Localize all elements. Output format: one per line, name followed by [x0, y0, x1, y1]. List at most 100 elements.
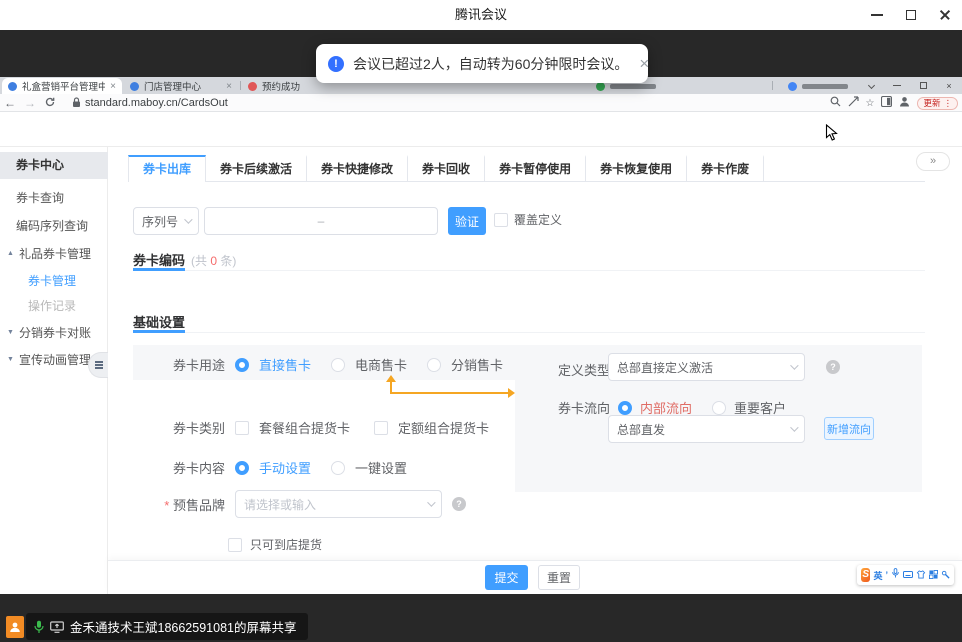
tab-card-followup-activate[interactable]: 券卡后续激活: [206, 155, 307, 182]
kebab-menu-icon: ⋮: [944, 98, 953, 109]
tab-close-icon[interactable]: ×: [226, 81, 232, 92]
content-option-onekey[interactable]: 一键设置: [355, 458, 407, 477]
meeting-window: 腾讯会议 ! 会议已超过2人，自动转为60分钟限时会议。 × 礼盒营销平台管理中…: [0, 0, 962, 642]
tab-card-recycle[interactable]: 券卡回收: [408, 155, 485, 182]
split-view-icon[interactable]: [881, 94, 892, 112]
ime-language-toggle[interactable]: 英: [873, 569, 882, 582]
content-label: 券卡内容: [133, 458, 225, 477]
brand-select[interactable]: 请选择或输入: [235, 490, 442, 518]
submit-button[interactable]: 提交: [485, 565, 528, 590]
flow-select[interactable]: 总部直发: [608, 415, 805, 443]
usage-radio-direct[interactable]: [235, 358, 249, 372]
profile-icon[interactable]: [899, 94, 910, 112]
bookmark-star-icon[interactable]: ☆: [866, 98, 875, 109]
store-only-row[interactable]: 只可到店提货: [228, 536, 322, 553]
panel-expand-button[interactable]: »: [916, 152, 950, 171]
usage-option-ecommerce[interactable]: 电商售卡: [355, 355, 407, 374]
brand-help-icon[interactable]: ?: [452, 497, 466, 511]
coding-count: (共 0 条): [191, 252, 236, 269]
address-bar[interactable]: standard.maboy.cn/CardsOut: [85, 97, 228, 109]
define-help-icon[interactable]: ?: [826, 360, 840, 374]
browser-menu-chevron[interactable]: [862, 79, 880, 92]
tab-title-obscured: [802, 84, 848, 89]
tab-close-icon[interactable]: ×: [110, 81, 116, 92]
browser-tab-2[interactable]: 门店管理中心 ×: [124, 78, 238, 94]
category-option-fixed[interactable]: 定额组合提货卡: [398, 418, 489, 437]
reset-button[interactable]: 重置: [538, 565, 580, 590]
tab-title-obscured: [610, 84, 656, 89]
serial-range-input[interactable]: –: [204, 207, 438, 235]
browser-update-button[interactable]: 更新 ⋮: [917, 97, 958, 110]
sogou-logo-icon[interactable]: S: [861, 568, 870, 582]
chevron-down-icon: [427, 498, 435, 506]
screen-share-banner: 金禾通技术王斌18662591081的屏幕共享: [26, 613, 308, 640]
tab-divider: [240, 81, 241, 90]
ime-mic-icon[interactable]: [891, 566, 900, 584]
ime-toolbox-icon[interactable]: [929, 566, 938, 584]
content-row: 券卡内容 手动设置 一键设置: [133, 458, 407, 477]
browser-minimize-button[interactable]: [888, 79, 906, 92]
ime-settings-icon[interactable]: [941, 566, 950, 584]
browser-maximize-button[interactable]: [914, 79, 932, 92]
sidebar-group-gift-card-mgmt[interactable]: ▲ 礼品券卡管理: [0, 242, 108, 266]
usage-option-distribution[interactable]: 分销售卡: [451, 355, 503, 374]
add-flow-button[interactable]: 新增流向: [824, 417, 874, 440]
tab-favicon: [8, 82, 17, 91]
content-radio-manual[interactable]: [235, 461, 249, 475]
override-define-checkbox[interactable]: [494, 213, 508, 227]
ime-skin-icon[interactable]: [916, 566, 926, 584]
store-only-checkbox[interactable]: [228, 538, 242, 552]
share-icon[interactable]: [848, 94, 859, 112]
sidebar-item-card-mgmt[interactable]: 券卡管理: [0, 269, 108, 293]
flow-radio-internal[interactable]: [618, 401, 632, 415]
toast-close-icon[interactable]: ×: [639, 54, 649, 74]
define-type-select[interactable]: 总部直接定义激活: [608, 353, 805, 381]
minimize-button[interactable]: [860, 0, 894, 30]
serial-type-select[interactable]: 序列号: [133, 207, 199, 235]
ime-toolbar[interactable]: S 英 ’: [857, 565, 954, 585]
sidebar-item-code-sequence-query[interactable]: 编码序列查询: [0, 214, 108, 238]
category-checkbox-fixed[interactable]: [374, 421, 388, 435]
category-checkbox-package[interactable]: [235, 421, 249, 435]
tab-card-outbound[interactable]: 券卡出库: [128, 155, 206, 182]
minimize-icon: [871, 14, 883, 16]
ime-punctuation-toggle[interactable]: ’: [885, 570, 888, 580]
tab-card-suspend[interactable]: 券卡暂停使用: [485, 155, 586, 182]
main-tabbar: 券卡出库 券卡后续激活 券卡快捷修改 券卡回收 券卡暂停使用 券卡恢复使用 券卡…: [128, 155, 764, 182]
usage-radio-distribution[interactable]: [427, 358, 441, 372]
flow-radio-vip[interactable]: [712, 401, 726, 415]
usage-option-direct[interactable]: 直接售卡: [259, 355, 311, 374]
ime-keyboard-icon[interactable]: [903, 566, 913, 584]
sidebar-group-distribution-reconcile[interactable]: ▼ 分销券卡对账: [0, 321, 108, 345]
sidebar-item-card-query[interactable]: 券卡查询: [0, 186, 108, 210]
usage-radio-ecommerce[interactable]: [331, 358, 345, 372]
sidebar-item-operation-log[interactable]: 操作记录: [0, 294, 108, 318]
usage-label: 券卡用途: [133, 355, 225, 374]
tab-card-void[interactable]: 券卡作废: [687, 155, 764, 182]
app-header: [0, 112, 962, 147]
category-option-package[interactable]: 套餐组合提货卡: [259, 418, 350, 437]
category-label: 券卡类别: [133, 418, 225, 437]
expand-triangle-icon: ▼: [7, 348, 14, 372]
meeting-toast: ! 会议已超过2人，自动转为60分钟限时会议。 ×: [316, 44, 648, 83]
verify-button[interactable]: 验证: [448, 207, 486, 235]
sidebar-collapse-handle[interactable]: [88, 352, 108, 378]
zoom-icon[interactable]: [830, 94, 841, 112]
browser-tab-1[interactable]: 礼盒营销平台管理中心 ×: [2, 78, 122, 94]
maximize-button[interactable]: [894, 0, 928, 30]
share-banner-text: 金禾通技术王斌18662591081的屏幕共享: [70, 617, 296, 636]
basic-section-header: 基础设置: [133, 312, 185, 331]
screen-share-icon: [50, 621, 64, 633]
back-icon[interactable]: ←: [0, 96, 20, 110]
tab-card-resume[interactable]: 券卡恢复使用: [586, 155, 687, 182]
browser-close-button[interactable]: ×: [940, 79, 958, 92]
close-button[interactable]: [928, 0, 962, 30]
tab-card-quick-edit[interactable]: 券卡快捷修改: [307, 155, 408, 182]
content-radio-onekey[interactable]: [331, 461, 345, 475]
sidebar-group-label: 礼品券卡管理: [19, 242, 91, 266]
reload-icon[interactable]: [40, 96, 60, 110]
content-option-manual[interactable]: 手动设置: [259, 458, 311, 477]
forward-icon[interactable]: →: [20, 96, 40, 110]
tab-favicon: [788, 82, 797, 91]
override-define-option[interactable]: 覆盖定义: [494, 211, 562, 228]
